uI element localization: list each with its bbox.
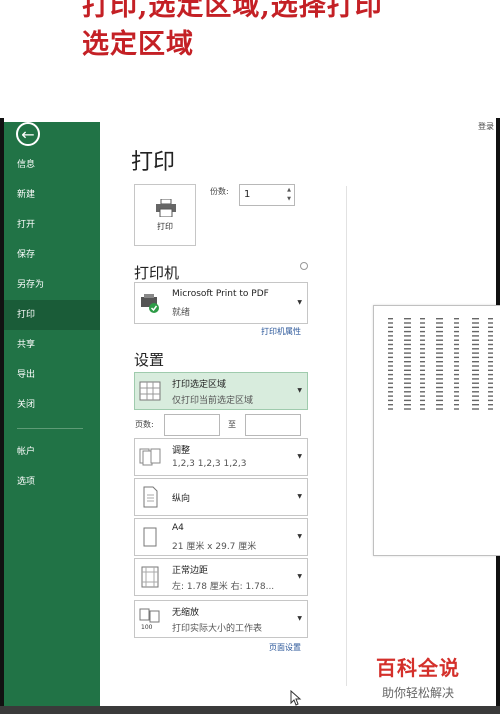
page-title: 打印: [131, 150, 176, 175]
panel-divider: [346, 186, 347, 686]
collate-title: 调整: [172, 446, 191, 456]
scaling-title: 无缩放: [172, 608, 200, 618]
printer-status-icon: [141, 294, 159, 313]
printer-icon: [156, 199, 176, 217]
copies-stepper[interactable]: 1 ▲ ▼: [239, 184, 295, 206]
settings-section-title: 设置: [134, 351, 165, 369]
sidebar-item-open[interactable]: 打开: [4, 210, 100, 240]
sidebar-item-print[interactable]: 打印: [4, 300, 100, 330]
copies-value: 1: [244, 189, 251, 200]
spin-down-icon[interactable]: ▼: [287, 196, 291, 202]
pages-label: 页数:: [135, 420, 154, 429]
print-area-subtitle: 仅打印当前选定区域: [172, 396, 254, 406]
mouse-cursor-icon: [290, 690, 302, 706]
bottom-frame: [0, 706, 500, 714]
backstage-sidebar: ← 信息 新建 打开 保存 另存为 打印 共享 导出 关闭 帐户 选项: [4, 122, 100, 706]
sidebar-item-save[interactable]: 保存: [4, 240, 100, 270]
watermark-title: 百科全说: [376, 656, 460, 680]
chevron-down-icon: ▼: [297, 573, 302, 580]
watermark-subtitle: 助你轻松解决: [382, 686, 455, 700]
chevron-down-icon: ▼: [297, 453, 302, 460]
sidebar-item-close[interactable]: 关闭: [4, 390, 100, 420]
sidebar-item-new[interactable]: 新建: [4, 180, 100, 210]
print-preview-page: [373, 305, 500, 556]
chevron-down-icon: ▼: [297, 299, 302, 306]
watermark-logo: 百科全说 助你轻松解决: [370, 650, 490, 706]
collate-subtitle: 1,2,3 1,2,3 1,2,3: [172, 459, 247, 469]
sidebar-divider: [17, 428, 83, 429]
paper-size-subtitle: 21 厘米 x 29.7 厘米: [172, 542, 257, 552]
tutorial-caption: 打印,选定区域,选择打印 选定区域: [0, 0, 500, 118]
sidebar-item-share[interactable]: 共享: [4, 330, 100, 360]
sidebar-item-account[interactable]: 帐户: [4, 437, 100, 467]
margins-icon: [141, 566, 159, 588]
sidebar-item-save-as[interactable]: 另存为: [4, 270, 100, 300]
paper-size-dropdown[interactable]: A4 21 厘米 x 29.7 厘米 ▼: [134, 518, 308, 556]
paper-size-title: A4: [172, 523, 184, 533]
collate-dropdown[interactable]: 调整 1,2,3 1,2,3 1,2,3 ▼: [134, 438, 308, 476]
scaling-dropdown[interactable]: 100 无缩放 打印实际大小的工作表 ▼: [134, 600, 308, 638]
chevron-down-icon: ▼: [297, 387, 302, 394]
printer-status: 就绪: [172, 308, 191, 318]
orientation-title: 纵向: [172, 494, 191, 504]
scaling-subtitle: 打印实际大小的工作表: [172, 624, 263, 634]
signin-link[interactable]: 登录: [478, 121, 494, 132]
pages-to-label: 至: [228, 420, 236, 429]
preview-table-graphic: [388, 318, 493, 410]
pages-from-input[interactable]: [164, 414, 220, 436]
print-button-label: 打印: [157, 222, 173, 231]
back-arrow-icon[interactable]: ←: [16, 122, 40, 146]
orientation-dropdown[interactable]: 纵向 ▼: [134, 478, 308, 516]
caption-line-1: 打印,选定区域,选择打印: [82, 0, 383, 22]
info-icon[interactable]: [300, 262, 308, 270]
margins-dropdown[interactable]: 正常边距 左: 1.78 厘米 右: 1.78... ▼: [134, 558, 308, 596]
caption-line-2: 选定区域: [82, 29, 194, 60]
svg-text:100: 100: [141, 624, 153, 630]
sidebar-item-info[interactable]: 信息: [4, 150, 100, 180]
print-area-title: 打印选定区域: [172, 380, 227, 390]
margins-subtitle: 左: 1.78 厘米 右: 1.78...: [172, 582, 275, 592]
chevron-down-icon: ▼: [297, 493, 302, 500]
portrait-icon: [143, 486, 158, 508]
paper-icon: [143, 527, 157, 547]
chevron-down-icon: ▼: [297, 533, 302, 540]
chevron-down-icon: ▼: [297, 615, 302, 622]
collate-icon: [139, 448, 161, 466]
sidebar-item-options[interactable]: 选项: [4, 467, 100, 497]
scaling-icon: 100: [139, 608, 160, 630]
printer-dropdown[interactable]: Microsoft Print to PDF 就绪 ▼: [134, 282, 308, 324]
print-area-dropdown[interactable]: 打印选定区域 仅打印当前选定区域 ▼: [134, 372, 308, 410]
print-button[interactable]: 打印: [134, 184, 196, 246]
spin-up-icon[interactable]: ▲: [287, 187, 291, 193]
grid-selection-icon: [139, 381, 161, 401]
printer-properties-link[interactable]: 打印机属性: [261, 326, 301, 337]
printer-name: Microsoft Print to PDF: [172, 289, 269, 299]
margins-title: 正常边距: [172, 566, 209, 576]
pages-to-input[interactable]: [245, 414, 301, 436]
printer-section-title: 打印机: [134, 264, 180, 282]
page-setup-link[interactable]: 页面设置: [269, 642, 301, 653]
sidebar-item-export[interactable]: 导出: [4, 360, 100, 390]
copies-label: 份数:: [210, 187, 229, 196]
